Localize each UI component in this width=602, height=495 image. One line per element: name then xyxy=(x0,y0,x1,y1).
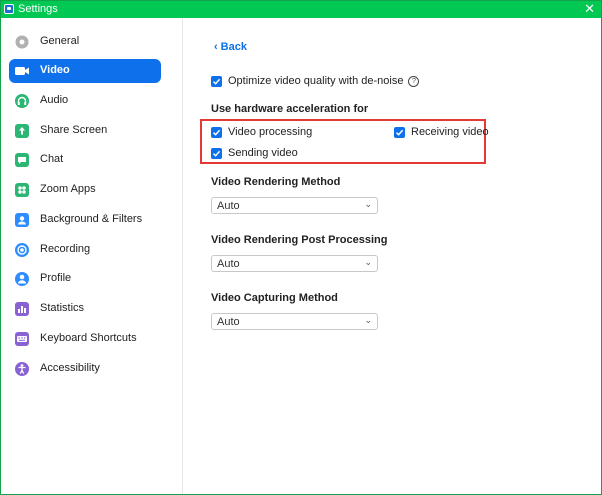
sidebar-item-label: Profile xyxy=(40,272,72,284)
close-icon[interactable]: ✕ xyxy=(584,1,595,17)
sidebar-item-general[interactable]: General xyxy=(9,30,161,54)
sending-video-label: Sending video xyxy=(228,147,298,160)
sidebar-item-profile[interactable]: Profile xyxy=(9,267,161,291)
video-processing-label: Video processing xyxy=(228,126,313,139)
sidebar-item-statistics[interactable]: Statistics xyxy=(9,297,161,321)
person-icon xyxy=(13,270,31,288)
sidebar-item-label: Statistics xyxy=(40,302,85,314)
zoom-app-icon xyxy=(4,4,14,14)
video-processing-option: Video processing xyxy=(211,126,312,138)
settings-window: Settings ✕ General Video Audio Share Scr… xyxy=(0,0,602,495)
capturing-method-heading: Video Capturing Method xyxy=(211,292,338,304)
sidebar-item-background-filters[interactable]: Background & Filters xyxy=(9,208,161,232)
sidebar-item-video[interactable]: Video xyxy=(9,59,161,83)
capturing-method-value: Auto xyxy=(217,316,240,328)
window-title: Settings xyxy=(18,3,58,15)
back-label: Back xyxy=(220,41,247,53)
rendering-method-value: Auto xyxy=(217,200,240,212)
sidebar-item-label: Recording xyxy=(40,243,91,255)
video-settings-panel: ‹ Back Optimize video quality with de-noi… xyxy=(183,18,601,494)
sidebar-item-label: Audio xyxy=(40,94,69,106)
video-camera-icon xyxy=(13,62,31,80)
post-processing-select[interactable]: Auto ⌄ xyxy=(211,255,378,272)
chevron-down-icon: ⌄ xyxy=(364,199,372,209)
sidebar-item-label: Chat xyxy=(40,153,64,165)
receiving-video-label: Receiving video xyxy=(411,126,489,139)
sidebar-item-label: Accessibility xyxy=(40,362,100,374)
accessibility-icon xyxy=(13,360,31,378)
sidebar-item-label: Share Screen xyxy=(40,124,108,136)
sidebar-item-accessibility[interactable]: Accessibility xyxy=(9,357,161,381)
sidebar-item-label: Video xyxy=(40,64,70,76)
help-icon[interactable]: ? xyxy=(408,75,420,87)
sidebar-item-chat[interactable]: Chat xyxy=(9,148,161,172)
denoise-checkbox[interactable] xyxy=(211,75,222,87)
title-bar: Settings ✕ xyxy=(1,1,601,18)
sidebar-item-label: Background & Filters xyxy=(40,213,143,225)
gear-icon xyxy=(13,33,31,51)
sidebar-item-share-screen[interactable]: Share Screen xyxy=(9,119,161,143)
chat-icon xyxy=(13,151,31,169)
sidebar-item-label: Zoom Apps xyxy=(40,183,96,195)
chevron-down-icon: ⌄ xyxy=(364,257,372,267)
chevron-left-icon: ‹ xyxy=(214,41,218,53)
sidebar: General Video Audio Share Screen Chat Zo… xyxy=(1,18,183,494)
sending-video-option: Sending video xyxy=(211,147,298,159)
apps-icon xyxy=(13,181,31,199)
record-icon xyxy=(13,241,31,259)
receiving-video-option: Receiving video xyxy=(394,126,489,138)
post-processing-value: Auto xyxy=(217,258,240,270)
capturing-method-select[interactable]: Auto ⌄ xyxy=(211,313,378,330)
sidebar-item-audio[interactable]: Audio xyxy=(9,89,161,113)
chevron-down-icon: ⌄ xyxy=(364,315,372,325)
back-link[interactable]: ‹ Back xyxy=(214,41,247,53)
rendering-method-heading: Video Rendering Method xyxy=(211,176,341,188)
sending-video-checkbox[interactable] xyxy=(211,147,222,159)
denoise-label: Optimize video quality with de-noise xyxy=(228,75,404,88)
sidebar-item-label: General xyxy=(40,35,80,47)
sidebar-item-recording[interactable]: Recording xyxy=(9,238,161,262)
share-screen-icon xyxy=(13,122,31,140)
video-processing-checkbox[interactable] xyxy=(211,126,222,138)
keyboard-icon xyxy=(13,330,31,348)
denoise-option: Optimize video quality with de-noise? xyxy=(211,75,420,88)
rendering-method-select[interactable]: Auto ⌄ xyxy=(211,197,378,214)
sidebar-item-keyboard-shortcuts[interactable]: Keyboard Shortcuts xyxy=(9,327,161,351)
sidebar-item-zoom-apps[interactable]: Zoom Apps xyxy=(9,178,161,202)
statistics-icon xyxy=(13,300,31,318)
background-icon xyxy=(13,211,31,229)
headphones-icon xyxy=(13,92,31,110)
receiving-video-checkbox[interactable] xyxy=(394,126,405,138)
post-processing-heading: Video Rendering Post Processing xyxy=(211,234,388,246)
hw-acceleration-heading: Use hardware acceleration for xyxy=(211,103,369,115)
sidebar-item-label: Keyboard Shortcuts xyxy=(40,332,137,344)
